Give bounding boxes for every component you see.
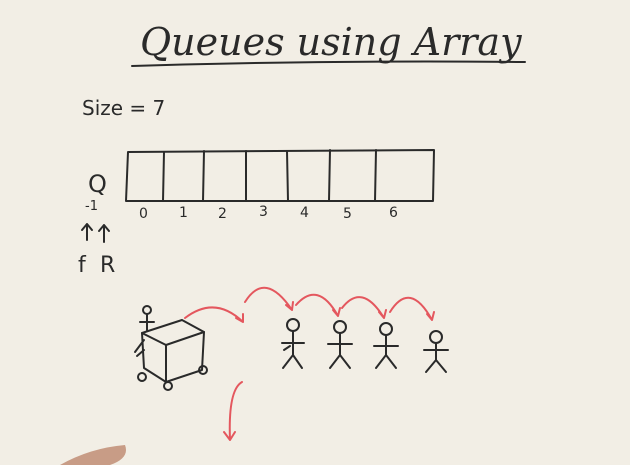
svg-text:1: 1 (179, 205, 188, 221)
size-label: Size = 7 (82, 96, 165, 120)
svg-text:6: 6 (389, 205, 398, 221)
svg-text:5: 5 (343, 206, 352, 222)
svg-text:4: 4 (300, 205, 309, 221)
svg-text:2: 2 (218, 206, 227, 222)
front-label: f (78, 253, 87, 278)
array-name: Q (88, 170, 107, 198)
board-background (0, 0, 630, 465)
rear-label: R (100, 253, 115, 278)
svg-text:0: 0 (139, 206, 148, 222)
svg-text:3: 3 (259, 204, 268, 220)
whiteboard: Queues using Array Size = 7 Q 0 1 2 3 4 … (0, 0, 630, 465)
title: Queues using Array (140, 20, 522, 64)
initial-index: -1 (85, 199, 98, 214)
